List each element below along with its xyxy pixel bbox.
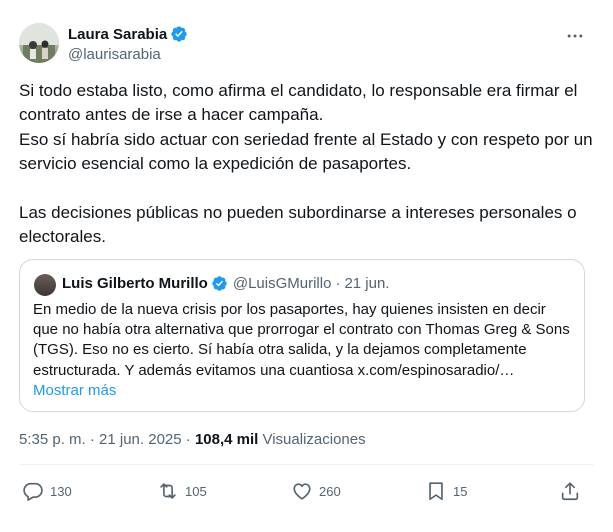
divider (19, 464, 594, 465)
quoted-tweet-text: En medio de la nueva crisis por los pasa… (33, 301, 570, 379)
verified-badge-icon (212, 276, 227, 291)
bookmark-icon (429, 482, 443, 501)
tweet-paragraph: Si todo estaba listo, como afirma el can… (19, 81, 578, 125)
tweet-timestamp[interactable]: 5:35 p. m. · 21 jun. 2025 · (19, 431, 195, 448)
tweet-card: Laura Sarabia @laurisarabia Si todo esta… (0, 0, 613, 532)
views-label: Visualizaciones (258, 431, 366, 448)
more-options-icon[interactable] (565, 26, 585, 46)
verified-badge-icon (171, 26, 187, 42)
bookmark-button[interactable]: 15 (425, 480, 467, 502)
share-icon (561, 482, 579, 501)
tweet-text: Si todo estaba listo, como afirma el can… (19, 79, 594, 249)
quoted-author-name: Luis Gilberto Murillo (62, 275, 208, 292)
show-more-link[interactable]: Mostrar más (33, 382, 116, 399)
tweet-meta: 5:35 p. m. · 21 jun. 2025 · 108,4 mil Vi… (19, 431, 366, 448)
repost-count: 105 (185, 483, 207, 499)
like-count: 260 (319, 483, 341, 499)
like-button[interactable]: 260 (291, 480, 341, 502)
tweet-paragraph: Eso sí habría sido actuar con seriedad f… (19, 129, 593, 174)
author-handle[interactable]: @laurisarabia (68, 46, 161, 63)
views-count: 108,4 mil (194, 431, 259, 448)
heart-icon (293, 483, 311, 500)
quoted-author-avatar (34, 274, 56, 296)
author-name[interactable]: Laura Sarabia (68, 26, 167, 43)
avatar-image (19, 23, 59, 63)
avatar[interactable] (19, 23, 59, 63)
share-button[interactable] (559, 480, 581, 502)
author-name-row: Laura Sarabia (68, 25, 188, 43)
quoted-tweet[interactable]: Luis Gilberto Murillo @LuisGMurillo · 21… (19, 259, 585, 412)
separator-dot: · (335, 275, 341, 292)
reply-button[interactable]: 130 (22, 480, 72, 502)
quoted-tweet-date: 21 jun. (344, 275, 390, 292)
tweet-paragraph: Las decisiones públicas no pueden subord… (19, 202, 577, 247)
reply-count: 130 (50, 483, 72, 499)
reply-icon (23, 482, 43, 501)
bookmark-count: 15 (453, 483, 468, 499)
quoted-tweet-header: Luis Gilberto Murillo @LuisGMurillo · 21… (62, 275, 389, 292)
repost-icon (160, 483, 176, 499)
repost-button[interactable]: 105 (157, 480, 207, 502)
quoted-author-handle: @LuisGMurillo (232, 275, 332, 292)
